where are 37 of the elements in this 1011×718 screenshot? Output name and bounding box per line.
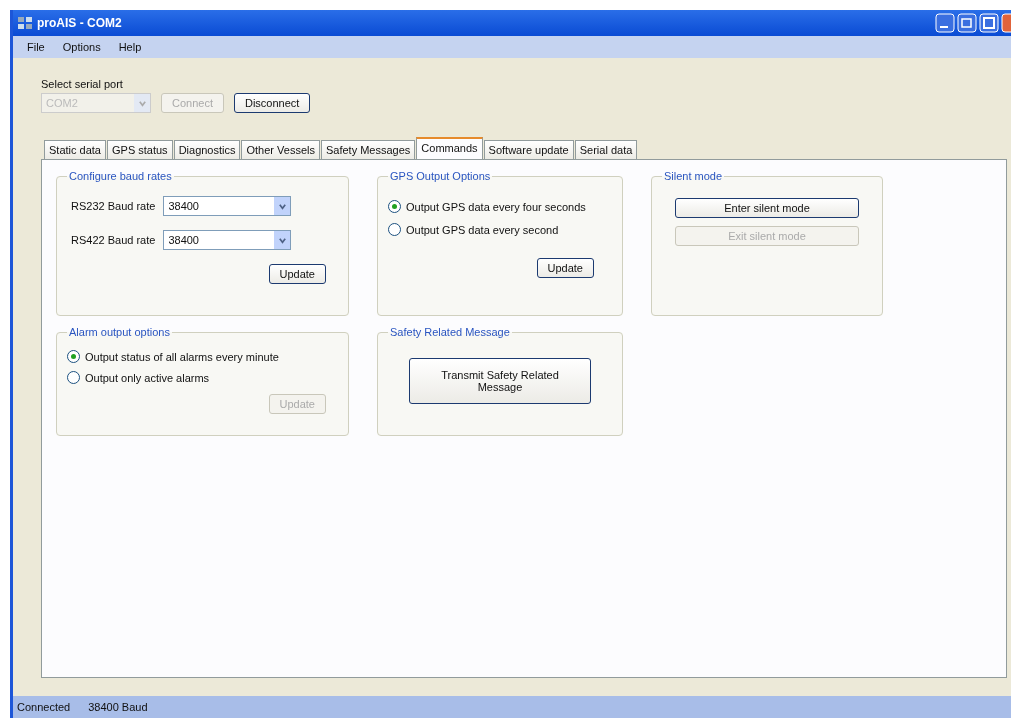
maximize-button[interactable] (979, 13, 999, 33)
tab[interactable]: Serial data (574, 140, 638, 159)
enter-silent-mode-button[interactable]: Enter silent mode (675, 198, 859, 218)
serial-port-label: Select serial port (41, 78, 124, 90)
minimize-button[interactable] (935, 13, 955, 33)
group-title: Safety Related Message (389, 326, 511, 338)
transmit-button[interactable]: Transmit Safety Related Message (409, 358, 591, 404)
window-title: proAIS - COM2 (37, 16, 122, 30)
field-label: RS232 Baud rate (71, 200, 156, 212)
radio-option[interactable]: Output only active alarms (67, 371, 338, 384)
baud-rate-dropdown[interactable]: 38400 (163, 230, 292, 250)
group-title: Configure baud rates (68, 170, 173, 182)
status-text: 38400 Baud (88, 701, 148, 713)
app-icon (17, 15, 33, 31)
status-text: Connected (17, 701, 71, 713)
group-title: Silent mode (663, 170, 724, 182)
tab[interactable]: Diagnostics (173, 140, 241, 159)
tab[interactable]: Software update (483, 140, 574, 159)
update-button[interactable]: Update (536, 258, 594, 278)
tab[interactable]: Static data (44, 140, 106, 159)
menu-item[interactable]: File (27, 41, 45, 53)
menu-item[interactable]: Help (118, 41, 142, 53)
tab[interactable]: Safety Messages (320, 140, 416, 159)
tab[interactable]: GPS status (107, 140, 173, 159)
tab[interactable]: Commands (416, 137, 483, 159)
tab[interactable]: Other Vessels (241, 140, 320, 159)
radio-option[interactable]: Output status of all alarms every minute (67, 350, 338, 363)
radio-option[interactable]: Output GPS data every second (388, 223, 612, 236)
group-title: Alarm output options (68, 326, 171, 338)
menu-item[interactable]: Options (62, 41, 101, 53)
close-button[interactable] (1001, 13, 1011, 33)
group-title: GPS Output Options (389, 170, 492, 182)
radio-option[interactable]: Output GPS data every four seconds (388, 200, 612, 213)
field-label: RS422 Baud rate (71, 234, 156, 246)
restore-button[interactable] (957, 13, 977, 33)
update-button[interactable]: Update (268, 264, 326, 284)
baud-rate-dropdown[interactable]: 38400 (163, 196, 292, 216)
